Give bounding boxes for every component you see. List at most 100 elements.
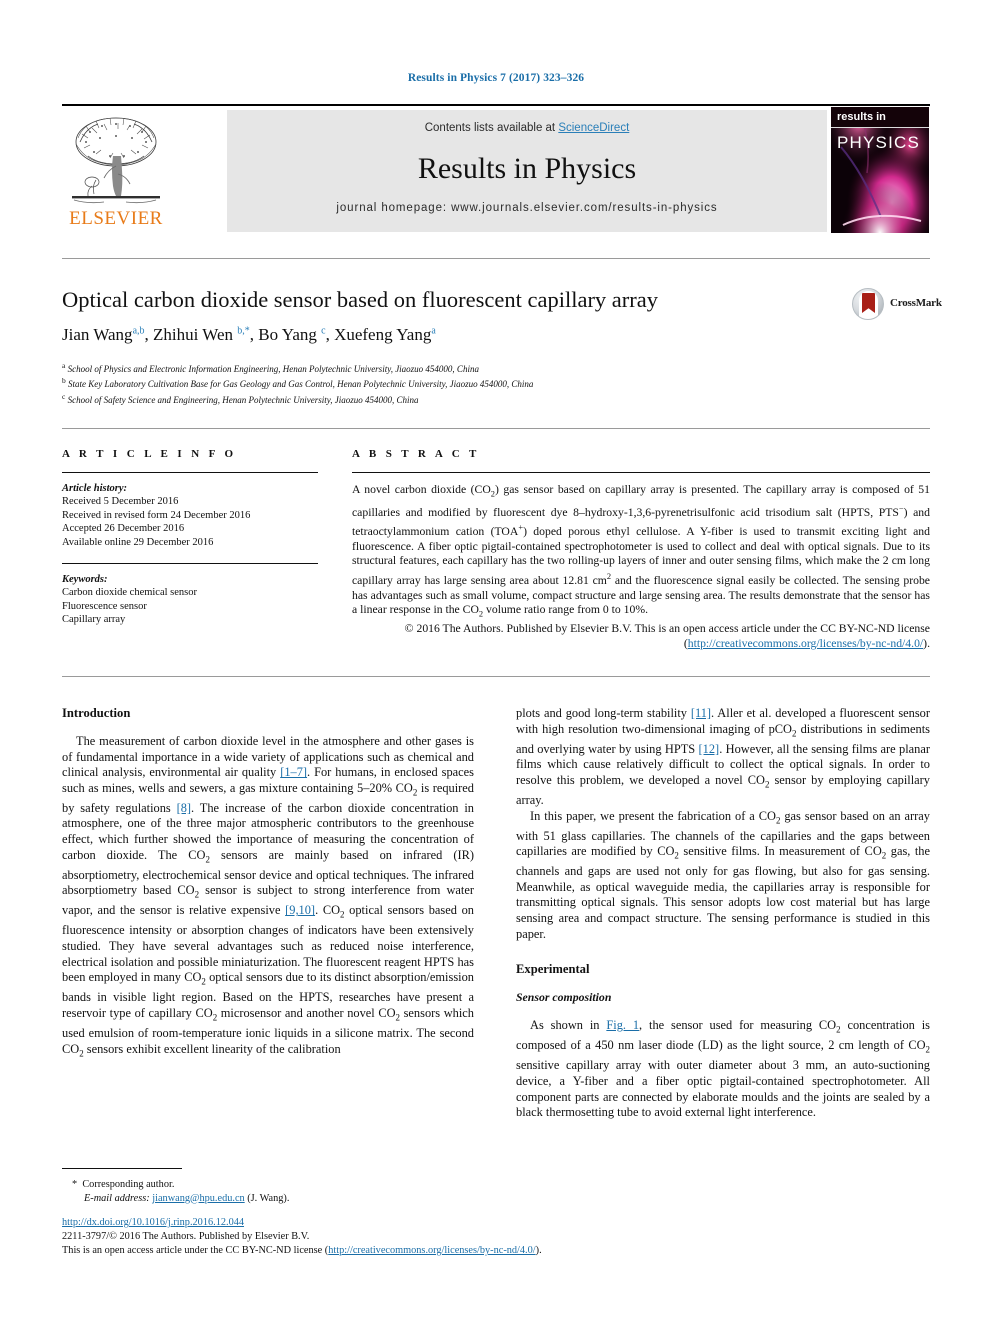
paragraph-intro: The measurement of carbon dioxide level … bbox=[62, 734, 475, 1058]
abstract-seg: A novel carbon dioxide (CO bbox=[352, 483, 491, 496]
article-history-label: Article history: bbox=[62, 483, 128, 494]
paper-page: Results in Physics 7 (2017) 323–326 ELSE… bbox=[0, 0, 992, 1323]
footer-license-link[interactable]: http://creativecommons.org/licenses/by-n… bbox=[328, 1245, 535, 1256]
copyright-tail: ). bbox=[923, 636, 930, 650]
contents-available-line: Contents lists available at ScienceDirec… bbox=[227, 122, 827, 134]
info-separator-rule-top bbox=[62, 428, 930, 429]
citation-ref[interactable]: [8] bbox=[177, 801, 191, 815]
paragraph-continued: plots and good long-term stability [11].… bbox=[516, 706, 930, 807]
page-footer: http://dx.doi.org/10.1016/j.rinp.2016.12… bbox=[62, 1216, 762, 1258]
journal-masthead: ELSEVIER Contents lists available at Sci… bbox=[62, 104, 930, 234]
para-seg: gas, the channels and gaps are used not … bbox=[516, 844, 931, 941]
history-item: Received in revised form 24 December 201… bbox=[62, 509, 251, 521]
footnote-corresponding: * Corresponding author. bbox=[62, 1178, 474, 1192]
affiliation-text: School of Safety Science and Engineering… bbox=[67, 394, 419, 405]
doi-link[interactable]: http://dx.doi.org/10.1016/j.rinp.2016.12… bbox=[62, 1217, 244, 1228]
elsevier-wordmark: ELSEVIER bbox=[69, 208, 163, 229]
issn-copyright-line: 2211-3797/© 2016 The Authors. Published … bbox=[62, 1231, 310, 1242]
corresponding-author-footnote: * Corresponding author. E-mail address: … bbox=[62, 1168, 474, 1205]
affiliation-item: a School of Physics and Electronic Infor… bbox=[62, 361, 479, 374]
abstract-underline bbox=[352, 472, 930, 473]
affiliation-item: c School of Safety Science and Engineeri… bbox=[62, 391, 419, 405]
para-seg: In this paper, we present the fabricatio… bbox=[530, 808, 776, 823]
abstract-heading: A B S T R A C T bbox=[352, 448, 480, 460]
body-column-left: Introduction The measurement of carbon d… bbox=[62, 706, 474, 1062]
para-seg: microsensor and another novel CO bbox=[217, 1005, 396, 1020]
email-label: E-mail address: bbox=[84, 1192, 150, 1204]
crossmark-icon[interactable] bbox=[852, 288, 884, 320]
footnote-corresponding-text: Corresponding author. bbox=[82, 1179, 175, 1190]
heading-experimental: Experimental bbox=[516, 962, 590, 977]
journal-title: Results in Physics bbox=[417, 152, 637, 185]
para-seg: sensors exhibit excellent linearity of t… bbox=[83, 1041, 341, 1056]
journal-cover-thumbnail: results in PHYSICS bbox=[830, 106, 930, 234]
citation-ref[interactable]: [1–7] bbox=[280, 765, 307, 779]
affiliation-text: State Key Laboratory Cultivation Base fo… bbox=[68, 379, 534, 390]
info-separator-rule-bottom bbox=[62, 676, 930, 677]
footer-license-line: This is an open access article under the… bbox=[62, 1244, 762, 1258]
heading-sensor-composition: Sensor composition bbox=[516, 990, 612, 1005]
crossmark-badge-group[interactable]: CrossMark bbox=[852, 288, 942, 322]
article-info-underline bbox=[62, 472, 318, 473]
doi-line[interactable]: http://dx.doi.org/10.1016/j.rinp.2016.12… bbox=[62, 1216, 762, 1230]
citation-ref[interactable]: [12] bbox=[699, 742, 720, 756]
keywords-label: Keywords: bbox=[62, 574, 108, 585]
sciencedirect-link[interactable]: ScienceDirect bbox=[558, 122, 629, 134]
body-column-right: plots and good long-term stability [11].… bbox=[516, 706, 930, 1121]
author-list: Jian Wanga,b, Zhihui Wen b,*, Bo Yang c,… bbox=[62, 325, 436, 344]
crossmark-bookmark-shape bbox=[862, 293, 875, 313]
para-seg: sensitive capillary array with outer dia… bbox=[516, 1058, 930, 1120]
para-seg: plots and good long-term stability bbox=[516, 706, 691, 720]
abstract-text: A novel carbon dioxide (CO2) gas sensor … bbox=[352, 483, 930, 619]
para-seg: As shown in bbox=[530, 1018, 607, 1033]
cover-results-in-label: results in bbox=[831, 107, 929, 128]
history-item: Accepted 26 December 2016 bbox=[62, 523, 185, 534]
page-title: Optical carbon dioxide sensor based on f… bbox=[62, 287, 659, 312]
affiliation-list: a School of Physics and Electronic Infor… bbox=[62, 360, 852, 406]
affiliation-text: School of Physics and Electronic Informa… bbox=[67, 364, 479, 374]
citation-ref[interactable]: [11] bbox=[691, 706, 711, 720]
keyword-item: Carbon dioxide chemical sensor bbox=[62, 587, 198, 598]
abstract-seg: volume ratio range from 0 to 10%. bbox=[483, 603, 648, 617]
email-owner: (J. Wang). bbox=[247, 1192, 290, 1204]
author-affil-marker: a,b bbox=[132, 325, 145, 337]
running-head: Results in Physics 7 (2017) 323–326 bbox=[407, 72, 585, 84]
elsevier-tree-icon bbox=[66, 112, 166, 208]
author-affil-marker: a bbox=[431, 325, 436, 337]
para-seg: . CO bbox=[315, 903, 341, 918]
license-link[interactable]: http://creativecommons.org/licenses/by-n… bbox=[688, 637, 923, 650]
license-prefix: This is an open access article under the… bbox=[62, 1245, 329, 1256]
footnote-email: E-mail address: jianwang@hpu.edu.cn (J. … bbox=[62, 1192, 474, 1206]
crossmark-label: CrossMark bbox=[890, 297, 942, 309]
crossmark-icon-inner bbox=[859, 291, 878, 319]
paragraph-sensor-composition: As shown in Fig. 1, the sensor used for … bbox=[516, 1018, 931, 1120]
license-suffix: ). bbox=[535, 1245, 542, 1256]
citation-ref[interactable]: [9,10] bbox=[285, 903, 315, 917]
masthead-banner: Contents lists available at ScienceDirec… bbox=[227, 110, 827, 232]
author-affil-marker: c bbox=[321, 325, 326, 337]
footnote-star: * bbox=[72, 1179, 78, 1190]
para-seg: sensitive films. In measurement of CO bbox=[678, 844, 882, 859]
history-item: Available online 29 December 2016 bbox=[62, 536, 214, 548]
footnote-rule bbox=[62, 1168, 182, 1169]
cover-physics-label: PHYSICS bbox=[837, 133, 921, 152]
figure-ref[interactable]: Fig. 1 bbox=[606, 1018, 639, 1032]
masthead-top-rule bbox=[62, 104, 930, 106]
abstract-block: A B S T R A C T A novel carbon dioxide (… bbox=[352, 448, 930, 651]
article-info-heading: A R T I C L E I N F O bbox=[62, 448, 237, 460]
para-seg: , the sensor used for measuring CO bbox=[639, 1018, 837, 1033]
affiliation-item: b State Key Laboratory Cultivation Base … bbox=[62, 376, 534, 390]
contents-prefix: Contents lists available at bbox=[424, 122, 559, 134]
elsevier-logo: ELSEVIER bbox=[62, 110, 170, 232]
heading-introduction: Introduction bbox=[62, 706, 131, 720]
email-link[interactable]: jianwang@hpu.edu.cn bbox=[152, 1193, 244, 1204]
paragraph-this-paper: In this paper, we present the fabricatio… bbox=[516, 808, 931, 941]
keywords-separator-rule bbox=[62, 563, 318, 564]
author-affil-marker: b,* bbox=[237, 325, 250, 337]
journal-homepage[interactable]: journal homepage: www.journals.elsevier.… bbox=[227, 202, 827, 214]
article-info-block: A R T I C L E I N F O Article history: R… bbox=[62, 448, 318, 627]
keyword-item: Capillary array bbox=[62, 614, 126, 625]
title-separator-rule bbox=[62, 258, 930, 259]
